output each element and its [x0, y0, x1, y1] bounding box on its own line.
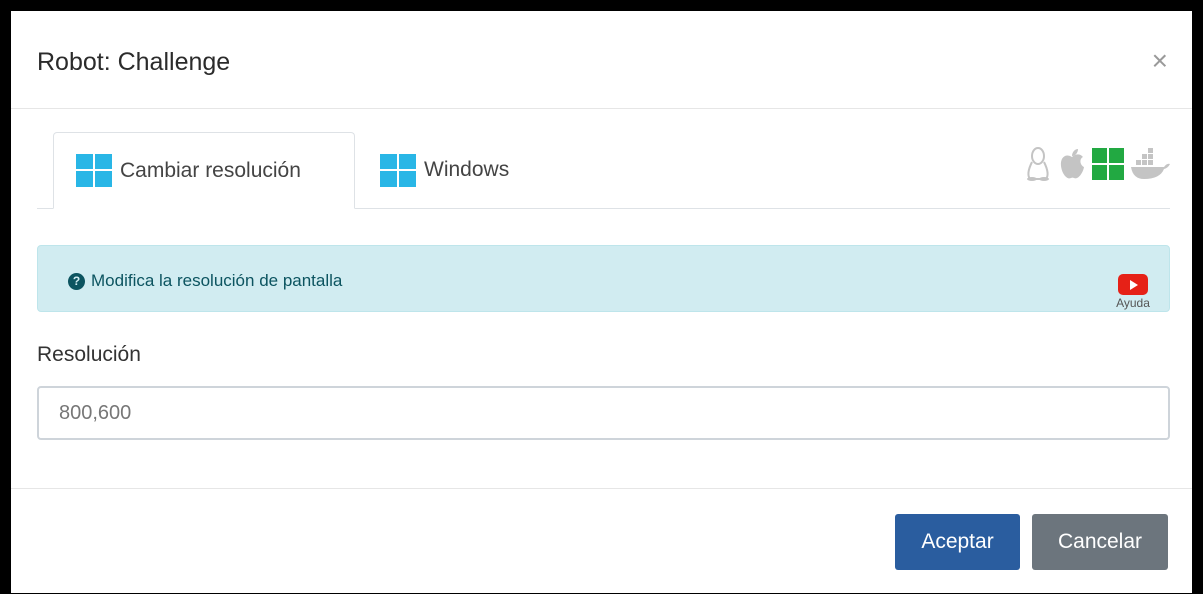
windows-icon — [1092, 148, 1124, 180]
windows-icon — [380, 153, 416, 187]
accept-button[interactable]: Aceptar — [895, 514, 1020, 570]
info-alert: ? Modifica la resolución de pantalla Ayu… — [37, 245, 1170, 312]
tab-windows[interactable]: Windows — [380, 132, 509, 208]
close-button[interactable]: × — [1152, 47, 1168, 75]
modal-header: Robot: Challenge × — [11, 11, 1192, 109]
modal-title: Robot: Challenge — [37, 48, 231, 76]
alert-message: ? Modifica la resolución de pantalla — [68, 271, 342, 291]
windows-icon — [76, 154, 112, 187]
cancel-button[interactable]: Cancelar — [1032, 514, 1168, 570]
apple-icon — [1060, 149, 1084, 179]
modal-footer: Aceptar Cancelar — [11, 488, 1192, 594]
help-link[interactable]: Ayuda — [1111, 274, 1155, 310]
question-circle-icon: ? — [68, 272, 85, 290]
tab-label: Cambiar resolución — [120, 158, 301, 182]
help-label: Ayuda — [1116, 296, 1150, 310]
alert-text: Modifica la resolución de pantalla — [91, 271, 343, 290]
resolution-input[interactable] — [37, 386, 1170, 440]
os-icons — [1024, 146, 1170, 182]
youtube-icon — [1118, 274, 1148, 295]
tab-cambiar-resolucion[interactable]: Cambiar resolución — [53, 132, 355, 209]
linux-icon — [1027, 147, 1049, 181]
tab-label: Windows — [424, 158, 510, 181]
resolution-label: Resolución — [37, 343, 141, 366]
tab-bar: Cambiar resolución Windows — [37, 132, 1170, 209]
modal-dialog: Robot: Challenge × Cambiar resolución Wi… — [11, 11, 1192, 593]
docker-icon — [1131, 148, 1170, 179]
